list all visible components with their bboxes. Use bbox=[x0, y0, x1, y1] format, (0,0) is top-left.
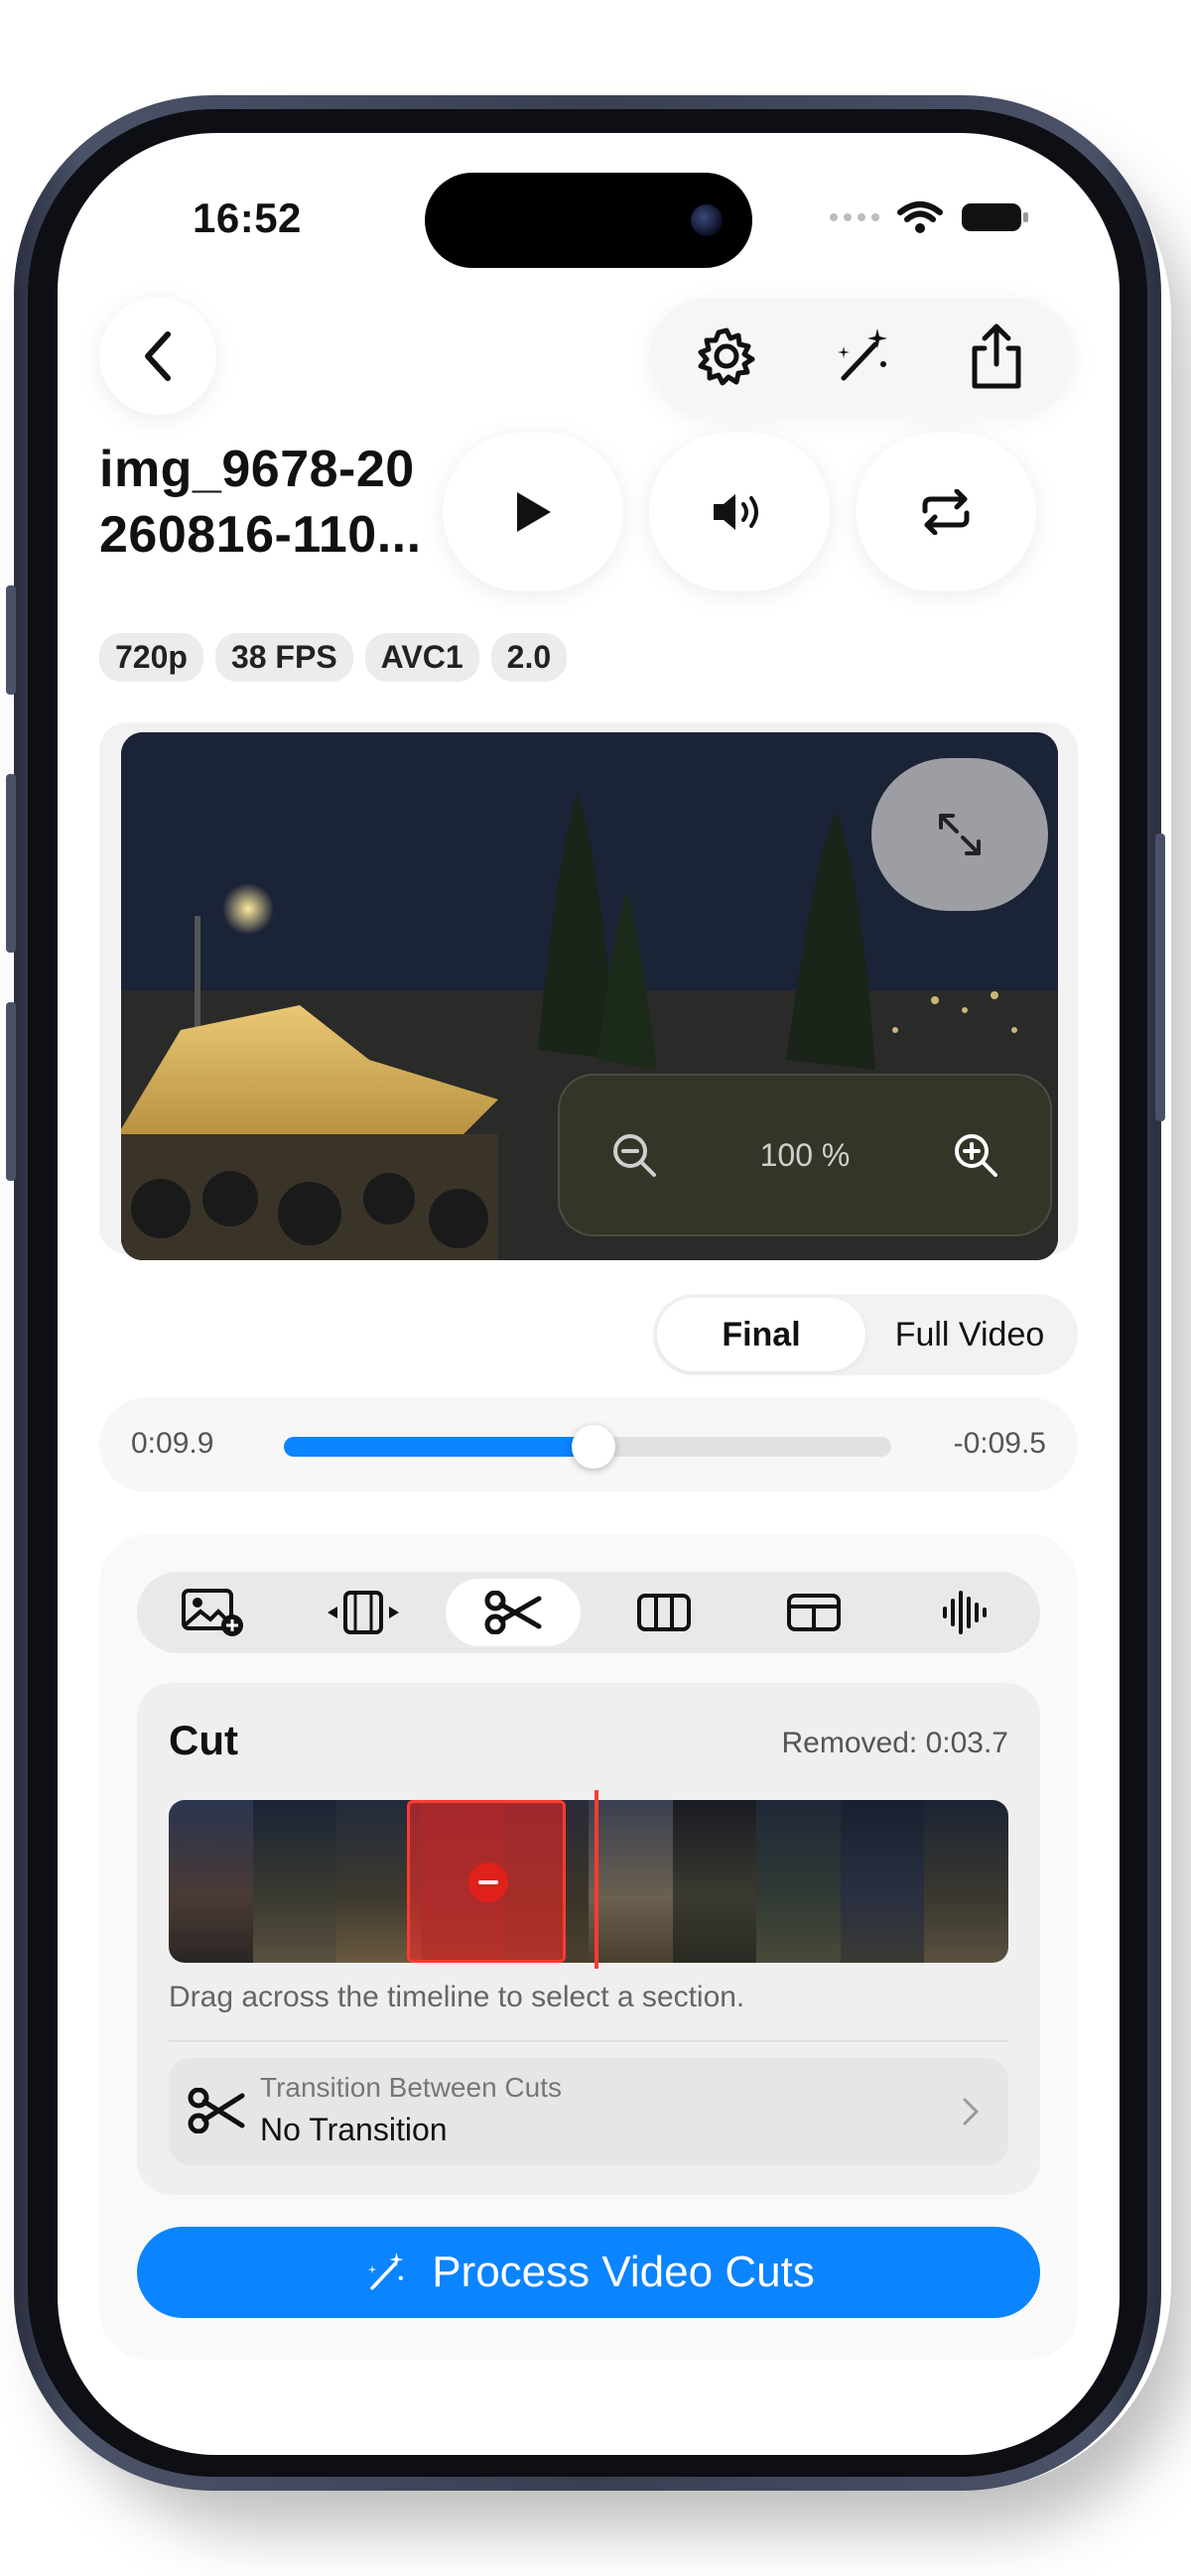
share-button[interactable] bbox=[947, 307, 1046, 406]
scrub-progress bbox=[284, 1437, 595, 1457]
cut-selection[interactable] bbox=[407, 1800, 566, 1963]
cut-hint: Drag across the timeline to select a sec… bbox=[169, 1981, 745, 2013]
side-button-volume-up bbox=[6, 774, 16, 953]
resolution-badge: 720p bbox=[99, 633, 203, 682]
chevron-right-icon bbox=[963, 2098, 979, 2125]
thumbnail-frame bbox=[840, 1800, 925, 1963]
tab-trim[interactable] bbox=[296, 1579, 431, 1646]
play-icon bbox=[517, 492, 551, 532]
remaining-time: -0:09.5 bbox=[953, 1427, 1046, 1460]
app-screen: 16:52 img_9678-20 260816-110... 720p 38 … bbox=[58, 133, 1120, 2455]
side-button-power bbox=[1155, 834, 1165, 1121]
zoom-level: 100 % bbox=[759, 1136, 851, 1173]
wifi-icon bbox=[897, 201, 943, 233]
remove-selection-button[interactable] bbox=[468, 1863, 508, 1902]
settings-icon bbox=[698, 327, 755, 386]
add-image-icon bbox=[182, 1589, 243, 1636]
back-button[interactable] bbox=[99, 298, 216, 415]
camera-lens bbox=[691, 204, 723, 236]
elapsed-time: 0:09.9 bbox=[131, 1427, 214, 1460]
dynamic-island bbox=[425, 173, 752, 268]
minus-icon bbox=[478, 1880, 498, 1884]
tab-split[interactable] bbox=[596, 1579, 731, 1646]
timeline-strip[interactable] bbox=[169, 1800, 1008, 1963]
status-icons bbox=[830, 200, 1030, 234]
video-container: 100 % bbox=[99, 722, 1078, 1260]
zoom-in-icon[interactable] bbox=[953, 1132, 998, 1178]
cut-title: Cut bbox=[169, 1717, 238, 1763]
divider bbox=[169, 2040, 1008, 2042]
transition-value: No Transition bbox=[260, 2112, 448, 2147]
share-icon bbox=[972, 323, 1021, 389]
transition-row[interactable]: Transition Between Cuts No Transition bbox=[169, 2058, 1008, 2165]
settings-button[interactable] bbox=[677, 307, 776, 406]
thumbnail-frame bbox=[252, 1800, 337, 1963]
scrub-handle[interactable] bbox=[572, 1425, 616, 1469]
magic-wand-icon bbox=[367, 2252, 404, 2290]
top-toolbar bbox=[649, 298, 1074, 415]
magic-wand-icon bbox=[838, 328, 887, 381]
signal-icon bbox=[830, 213, 879, 221]
tab-crop[interactable] bbox=[746, 1579, 881, 1646]
toggle-full-video[interactable]: Full Video bbox=[865, 1298, 1074, 1371]
play-button[interactable] bbox=[443, 433, 623, 591]
loop-icon bbox=[922, 489, 970, 535]
thumbnail-frame bbox=[588, 1800, 673, 1963]
playback-scrubber: 0:09.9 -0:09.5 bbox=[99, 1397, 1078, 1492]
thumbnail-frame bbox=[924, 1800, 1008, 1963]
video-preview[interactable]: 100 % bbox=[121, 732, 1058, 1260]
transition-label: Transition Between Cuts bbox=[260, 2072, 562, 2103]
scissors-icon bbox=[188, 2088, 245, 2133]
fullscreen-icon bbox=[939, 814, 981, 855]
video-info-badges: 720p 38 FPS AVC1 2.0 bbox=[99, 633, 568, 682]
trim-icon bbox=[327, 1591, 399, 1634]
fullscreen-button[interactable] bbox=[871, 758, 1048, 911]
side-button-action bbox=[6, 585, 16, 695]
waveform-icon bbox=[942, 1591, 987, 1634]
video-title: img_9678-20 260816-110... bbox=[99, 441, 422, 564]
columns-icon bbox=[636, 1594, 691, 1631]
thumbnail-frame bbox=[672, 1800, 757, 1963]
cut-section: Cut Removed: 0:03.7 Drag across the time… bbox=[137, 1683, 1040, 2195]
codec-badge: AVC1 bbox=[364, 633, 479, 682]
version-badge: 2.0 bbox=[490, 633, 568, 682]
tab-audio[interactable] bbox=[897, 1579, 1032, 1646]
magic-button[interactable] bbox=[812, 307, 911, 406]
process-video-cuts-button[interactable]: Process Video Cuts bbox=[137, 2227, 1040, 2318]
scissors-icon bbox=[484, 1591, 542, 1634]
toggle-final[interactable]: Final bbox=[657, 1298, 865, 1371]
thumbnail-frame bbox=[756, 1800, 841, 1963]
view-toggle: Final Full Video bbox=[653, 1294, 1078, 1375]
tab-add-image[interactable] bbox=[145, 1579, 280, 1646]
layout-icon bbox=[787, 1594, 842, 1631]
tab-cut[interactable] bbox=[446, 1579, 582, 1646]
thumbnail-frame bbox=[169, 1800, 253, 1963]
side-button-volume-down bbox=[6, 1002, 16, 1181]
volume-button[interactable] bbox=[649, 433, 830, 591]
zoom-out-icon[interactable] bbox=[611, 1132, 657, 1178]
back-icon bbox=[145, 331, 171, 381]
timeline-playhead[interactable] bbox=[595, 1790, 598, 1969]
battery-icon bbox=[962, 203, 1028, 231]
zoom-controls: 100 % bbox=[558, 1074, 1052, 1236]
edit-tool-tabs bbox=[137, 1572, 1040, 1653]
scrub-track[interactable] bbox=[284, 1425, 891, 1469]
loop-button[interactable] bbox=[856, 433, 1036, 591]
volume-icon bbox=[714, 494, 758, 530]
edit-panel: Cut Removed: 0:03.7 Drag across the time… bbox=[99, 1534, 1078, 2360]
removed-duration: Removed: 0:03.7 bbox=[781, 1727, 1008, 1759]
fps-badge: 38 FPS bbox=[214, 633, 353, 682]
status-time: 16:52 bbox=[193, 194, 302, 241]
process-button-label: Process Video Cuts bbox=[432, 2248, 815, 2296]
